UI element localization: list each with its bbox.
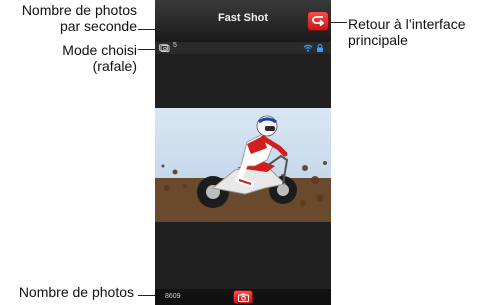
burst-camera-icon xyxy=(159,44,170,52)
callout-photo-count: Nombre de photos xyxy=(18,284,134,300)
camera-icon xyxy=(238,293,249,302)
lock-icon xyxy=(317,44,323,52)
motocross-photo xyxy=(155,108,331,222)
shutter-button[interactable] xyxy=(233,290,253,304)
phone-screen: Fast Shot 5 8609 xyxy=(155,0,331,305)
return-arrow-icon xyxy=(312,16,325,27)
back-button[interactable] xyxy=(307,11,329,31)
annotated-screenshot: Nombre de photos par seconde Mode choisi… xyxy=(0,0,484,305)
viewfinder-top xyxy=(155,54,331,108)
photos-per-second-value: 5 xyxy=(173,42,177,49)
captured-photo xyxy=(155,108,331,222)
viewfinder-bottom xyxy=(155,222,331,290)
screen-title: Fast Shot xyxy=(217,12,269,24)
bottom-bar: 8609 xyxy=(155,289,331,305)
leader-line-back xyxy=(329,22,347,23)
callout-mode: Mode choisi (rafale) xyxy=(62,42,137,74)
status-bar: 5 xyxy=(155,42,331,54)
top-bar: Fast Shot xyxy=(155,0,331,42)
photo-count-value: 8609 xyxy=(165,293,181,300)
callout-photos-per-second: Nombre de photos par seconde xyxy=(21,2,137,34)
callout-back-to-main: Retour à l’interface principale xyxy=(348,16,466,48)
wifi-icon xyxy=(303,44,313,52)
